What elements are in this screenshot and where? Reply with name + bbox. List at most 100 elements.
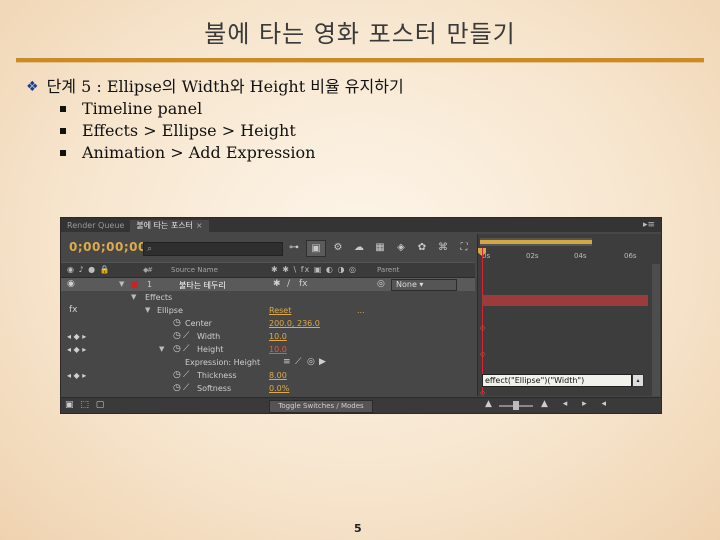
time-navigator[interactable]: [480, 238, 592, 246]
square-bullet-icon: [60, 106, 66, 112]
layer-rows: ◉ ▼ 1 불타는 테두리 ✱ / fx ◎ None ▾ ▼ Effects …: [61, 278, 475, 396]
zoom-slider-thumb[interactable]: [513, 401, 519, 410]
keyframe-nav-icon[interactable]: ◂ ◆ ▸: [67, 332, 86, 341]
chevron-down-icon[interactable]: ▼: [145, 306, 150, 314]
prop-row-expression[interactable]: Expression: Height ≡ ⟋ ◎ ▶: [61, 356, 475, 369]
center-value[interactable]: 200.0, 236.0: [269, 319, 320, 328]
toggle-switches-button[interactable]: Toggle Switches / Modes: [269, 400, 373, 413]
language-menu-icon[interactable]: ▶: [319, 357, 326, 367]
slide-title: 불에 타는 영화 포스터 만들기: [204, 20, 516, 48]
step-text: 단계 5 : Ellipse의 Width와 Height 비율 유지하기: [46, 77, 404, 96]
layer-duration-bar[interactable]: [482, 295, 648, 306]
parent-header[interactable]: Parent: [377, 266, 399, 274]
prop-row-center[interactable]: ◷ Center 200.0, 236.0: [61, 317, 475, 330]
close-icon[interactable]: ×: [196, 221, 203, 230]
chevron-down-icon[interactable]: ▼: [131, 293, 136, 301]
vertical-scrollbar[interactable]: [652, 264, 660, 396]
time-ruler[interactable]: 0s 02s 04s 06s: [478, 248, 648, 264]
parent-dropdown[interactable]: None ▾: [391, 279, 457, 291]
ellipse-label: Ellipse: [157, 306, 183, 315]
motion-blur-icon[interactable]: ◈: [392, 240, 410, 255]
step-heading: ❖ 단계 5 : Ellipse의 Width와 Height 비율 유지하기: [26, 76, 706, 98]
graph-icon[interactable]: ⟋: [183, 383, 189, 393]
hide-shy-icon[interactable]: ☁: [350, 240, 368, 255]
bottom-toggle-icons[interactable]: ▣ ⬚ ▢: [65, 400, 106, 410]
bullet-item: Timeline panel: [60, 98, 706, 120]
expression-graph-icon[interactable]: ⟋: [295, 357, 301, 367]
zoom-in-icons[interactable]: ▲ ◂ ▸ ◂: [541, 399, 612, 409]
current-time-line: [482, 248, 483, 394]
step-bullets: Timeline panel Effects > Ellipse > Heigh…: [26, 98, 706, 164]
thickness-value[interactable]: 8.00: [269, 371, 287, 380]
layer-name[interactable]: 불타는 테두리: [179, 280, 226, 291]
width-value[interactable]: 10.0: [269, 332, 287, 341]
eye-icon[interactable]: ◉: [67, 279, 75, 289]
effects-group-row[interactable]: ▼ Effects: [61, 291, 475, 304]
ellipse-effect-row[interactable]: fx ▼ Ellipse Reset ...: [61, 304, 475, 317]
timeline-toolbar: 0;00;00;00 ⌕ ⊶ ▣ ⚙ ☁ ▦ ◈ ✿ ⌘ ⛶: [61, 234, 475, 260]
stopwatch-icon[interactable]: ◷: [173, 318, 181, 328]
source-name-header[interactable]: Source Name: [171, 266, 218, 274]
panel-menu-icon[interactable]: ▸≡: [643, 220, 655, 230]
pickwhip-icon[interactable]: ◎: [307, 357, 315, 367]
square-bullet-icon: [60, 150, 66, 156]
fx-icon[interactable]: fx: [299, 279, 308, 289]
prop-row-thickness[interactable]: ◂ ◆ ▸ ◷ ⟋ Thickness 8.00: [61, 369, 475, 382]
pickwhip-icon[interactable]: ◎: [377, 279, 385, 289]
softness-value[interactable]: 0.0%: [269, 384, 289, 393]
prop-row-width[interactable]: ◂ ◆ ▸ ◷ ⟋ Width 10.0: [61, 330, 475, 343]
diamond-bullet-icon: ❖: [26, 79, 39, 95]
keyframe-icon[interactable]: ◇: [480, 324, 485, 332]
slide-content: ❖ 단계 5 : Ellipse의 Width와 Height 비율 유지하기 …: [26, 76, 706, 164]
keyframe-icon[interactable]: ◇: [480, 350, 485, 358]
stopwatch-icon[interactable]: ◷: [173, 383, 181, 393]
layer-row[interactable]: ◉ ▼ 1 불타는 테두리 ✱ / fx ◎ None ▾: [61, 278, 475, 291]
label-color-swatch[interactable]: [131, 281, 138, 288]
bullet-item: Effects > Ellipse > Height: [60, 120, 706, 142]
graph-editor-icon[interactable]: ⌘: [434, 240, 452, 255]
column-header: ◉ ♪ ● 🔒 ◆ # Source Name ✱ ✱ \ fx ▣ ◐ ◑ ◎…: [61, 262, 475, 278]
keyframe-nav-icon[interactable]: ◂ ◆ ▸: [67, 345, 86, 354]
expression-enable-icon[interactable]: ≡: [283, 357, 291, 367]
chevron-down-icon[interactable]: ▼: [159, 345, 164, 353]
graph-icon[interactable]: ⟋: [183, 370, 189, 380]
search-icon: ⌕: [147, 244, 153, 254]
search-input[interactable]: ⌕: [143, 242, 283, 256]
effects-label: Effects: [145, 293, 173, 302]
expression-field[interactable]: effect("Ellipse")("Width"): [482, 374, 632, 387]
height-value[interactable]: 10.0: [269, 345, 287, 354]
tab-render-queue[interactable]: Render Queue: [61, 220, 130, 232]
layer-index: 1: [147, 280, 153, 289]
graph-icon[interactable]: ⟋: [183, 344, 189, 354]
fx-toggle-icon[interactable]: fx: [69, 305, 78, 315]
graph-icon[interactable]: ⟋: [183, 331, 189, 341]
expression-arrow-icon[interactable]: ▴: [632, 374, 644, 387]
quality-icon[interactable]: /: [287, 279, 290, 289]
stopwatch-icon[interactable]: ◷: [173, 331, 181, 341]
panel-tabs: Render Queue 불에 타는 포스터 ×: [61, 218, 661, 232]
stopwatch-icon[interactable]: ◷: [173, 370, 181, 380]
zoom-out-icon[interactable]: ▲: [485, 399, 492, 409]
stopwatch-icon[interactable]: ◷: [173, 344, 181, 354]
bullet-item: Animation > Add Expression: [60, 142, 706, 164]
timeline-graph-area[interactable]: 0s 02s 04s 06s ◇ ◇ ◇ effect("Ellipse")("…: [477, 234, 661, 397]
prop-row-softness[interactable]: ◷ ⟋ Softness 0.0%: [61, 382, 475, 395]
keyframe-nav-icon[interactable]: ◂ ◆ ▸: [67, 371, 86, 380]
chevron-down-icon[interactable]: ▼: [119, 280, 124, 288]
keyframe-icon[interactable]: ◇: [480, 389, 485, 397]
title-divider: [16, 58, 704, 63]
tab-composition[interactable]: 불에 타는 포스터 ×: [130, 220, 209, 232]
about-link[interactable]: ...: [357, 306, 365, 315]
auto-keyframe-icon[interactable]: ⛶: [455, 240, 473, 255]
live-update-icon[interactable]: ▣: [306, 240, 326, 257]
frame-blend-icon[interactable]: ▦: [371, 240, 389, 255]
shy-icon[interactable]: ✱: [273, 279, 281, 289]
square-bullet-icon: [60, 128, 66, 134]
brainstorm-icon[interactable]: ✿: [413, 240, 431, 255]
ae-timeline-panel: Render Queue 불에 타는 포스터 × ▸≡ 0;00;00;00 ⌕ …: [60, 217, 662, 414]
draft-3d-icon[interactable]: ⚙: [329, 240, 347, 255]
timecode-display[interactable]: 0;00;00;00: [69, 240, 147, 254]
comp-flowchart-icon[interactable]: ⊶: [285, 240, 303, 255]
prop-row-height[interactable]: ◂ ◆ ▸ ▼ ◷ ⟋ Height 10.0: [61, 343, 475, 356]
reset-link[interactable]: Reset: [269, 306, 291, 315]
